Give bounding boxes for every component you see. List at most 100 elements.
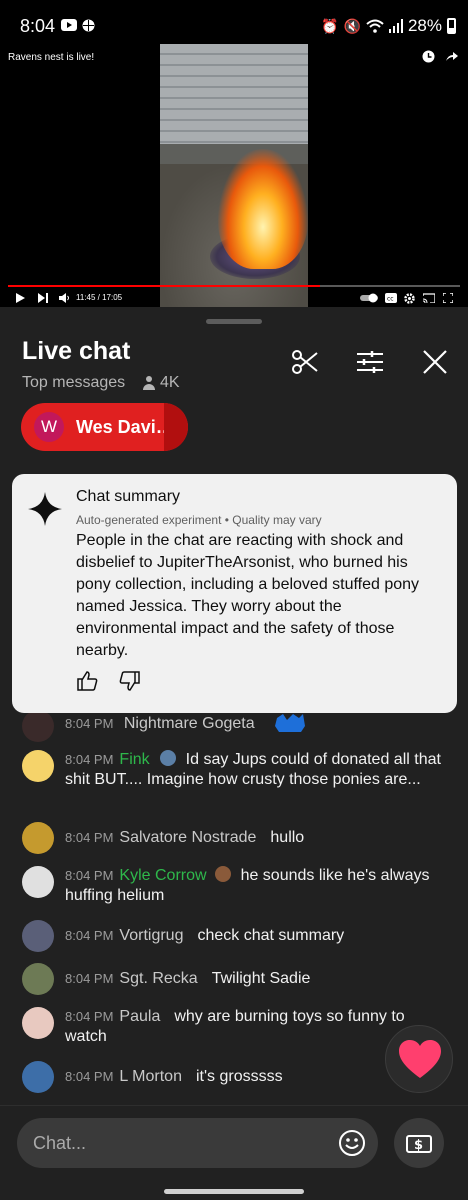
summary-body: People in the chat are reacting with sho… (76, 532, 420, 659)
list-item[interactable]: 8:04 PM Sgt. Recka Twilight Sadie (22, 963, 452, 995)
message-text: why are burning toys so funny to watch (65, 1008, 405, 1045)
message-time: 8:04 PM (65, 1069, 114, 1084)
message-time: 8:04 PM (65, 752, 114, 767)
message-body: 8:04 PM Fink Id say Jups could of donated … (65, 750, 455, 790)
video-time: 11:45 / 17:05 (76, 293, 123, 302)
message-time: 8:04 PM (65, 868, 114, 883)
list-item[interactable]: 8:04 PM Nightmare Gogeta (22, 710, 455, 742)
message-body: 8:04 PM Nightmare Gogeta (65, 712, 455, 734)
scissors-icon[interactable] (290, 347, 320, 377)
message-author: L Morton (119, 1068, 182, 1085)
video-controls: 11:45 / 17:05 cc (0, 293, 468, 307)
avatar (22, 1061, 54, 1093)
status-bar: 8:04 ⏰ 🔇 28% (0, 0, 468, 44)
message-body: 8:04 PM Salvatore Nostrade hullo (65, 828, 455, 848)
avatar (22, 822, 54, 854)
share-icon[interactable] (445, 50, 458, 63)
message-author: Kyle Corrow (119, 867, 207, 884)
next-icon[interactable] (38, 293, 48, 303)
summary-title: Chat summary (76, 488, 181, 505)
member-badge-icon (159, 750, 176, 766)
message-body: 8:04 PM Kyle Corrow he sounds like he's al… (65, 866, 455, 906)
message-text: hullo (270, 829, 305, 846)
list-item[interactable]: 8:04 PM Fink Id say Jups could of donated … (22, 750, 452, 810)
chat-summary-card: Chat summary Auto-generated experiment •… (12, 474, 457, 713)
list-item[interactable]: 8:04 PM Vortigrug check chat summary (22, 920, 452, 952)
youtube-app-icon (61, 19, 77, 31)
viewer-count-value: 4K (160, 374, 180, 391)
message-author: Salvatore Nostrade (119, 829, 257, 846)
avatar: W (34, 412, 64, 442)
heart-icon (399, 1040, 441, 1078)
chip-author-name: Wes Davi… (76, 416, 174, 437)
avatar (22, 750, 54, 782)
captions-icon[interactable]: cc (385, 293, 397, 303)
chat-input[interactable] (17, 1118, 378, 1168)
clock-icon[interactable] (422, 50, 435, 63)
avatar (22, 920, 54, 952)
drag-handle[interactable] (206, 319, 262, 324)
summary-subtitle: Auto-generated experiment • Quality may … (76, 513, 322, 527)
message-time: 8:04 PM (65, 928, 114, 943)
video-fire (218, 149, 308, 269)
emoji-icon[interactable] (338, 1129, 366, 1157)
avatar (22, 866, 54, 898)
mute-icon: 🔇 (343, 18, 361, 34)
video-siding (160, 44, 308, 144)
message-body: 8:04 PM Paula why are burning toys so funn… (65, 1007, 425, 1047)
home-indicator[interactable] (164, 1189, 304, 1194)
chat-title: Live chat (22, 337, 131, 365)
cast-icon[interactable] (423, 293, 435, 303)
message-author: Nightmare Gogeta (123, 715, 255, 732)
video-title: Ravens nest is live! (8, 52, 95, 63)
play-icon[interactable] (16, 293, 25, 303)
video-player[interactable]: Ravens nest is live! 11:45 / 17:05 cc (0, 44, 468, 307)
avatar (22, 963, 54, 995)
battery-icon (447, 18, 456, 34)
message-text: it's grosssss (195, 1068, 283, 1085)
message-text: Twilight Sadie (211, 970, 311, 987)
message-time: 8:04 PM (65, 830, 114, 845)
svg-text:$: $ (414, 1138, 423, 1153)
progress-fill (8, 285, 320, 287)
video-top-icons (422, 50, 458, 63)
chip-tail (164, 403, 188, 451)
message-time: 8:04 PM (65, 1009, 114, 1024)
fullscreen-icon[interactable] (443, 293, 453, 303)
chat-input-bar: $ (0, 1105, 468, 1200)
top-messages-dropdown[interactable]: Top messages (22, 374, 125, 392)
thumbs-up-icon[interactable] (76, 670, 98, 692)
autoplay-toggle-icon[interactable] (360, 293, 378, 303)
super-chat-button[interactable]: $ (394, 1118, 444, 1168)
sliders-icon[interactable] (355, 347, 385, 377)
gear-icon[interactable] (404, 293, 415, 304)
message-author: Paula (119, 1008, 161, 1025)
close-icon[interactable] (420, 347, 450, 377)
sparkle-icon (28, 492, 62, 526)
alarm-icon: ⏰ (321, 18, 339, 34)
message-text: check chat summary (197, 927, 345, 944)
svg-text:cc: cc (387, 296, 394, 303)
video-frame (160, 44, 308, 307)
wifi-icon (366, 19, 384, 33)
progress-bar[interactable] (8, 285, 460, 287)
battery-percent: 28% (407, 16, 442, 35)
thumbs-down-icon[interactable] (119, 670, 141, 692)
member-badge-icon (214, 866, 231, 882)
emoji-sticker-icon (275, 714, 306, 732)
message-author: Sgt. Recka (119, 970, 198, 987)
reaction-heart-button[interactable] (385, 1025, 453, 1093)
avatar (22, 710, 54, 742)
person-icon (142, 376, 156, 390)
pinned-super-chat-chip[interactable]: W Wes Davi… (21, 403, 188, 451)
list-item[interactable]: 8:04 PM Paula why are burning toys so funn… (22, 1007, 452, 1049)
message-author: Fink (119, 751, 150, 768)
message-time: 8:04 PM (65, 716, 114, 731)
status-right: ⏰ 🔇 28% (321, 16, 456, 36)
viewer-count: 4K (142, 374, 180, 392)
message-body: 8:04 PM Sgt. Recka Twilight Sadie (65, 969, 455, 989)
volume-icon[interactable] (59, 293, 70, 303)
list-item[interactable]: 8:04 PM Kyle Corrow he sounds like he's al… (22, 866, 452, 906)
list-item[interactable]: 8:04 PM Salvatore Nostrade hullo (22, 822, 452, 854)
basketball-app-icon (82, 19, 95, 32)
